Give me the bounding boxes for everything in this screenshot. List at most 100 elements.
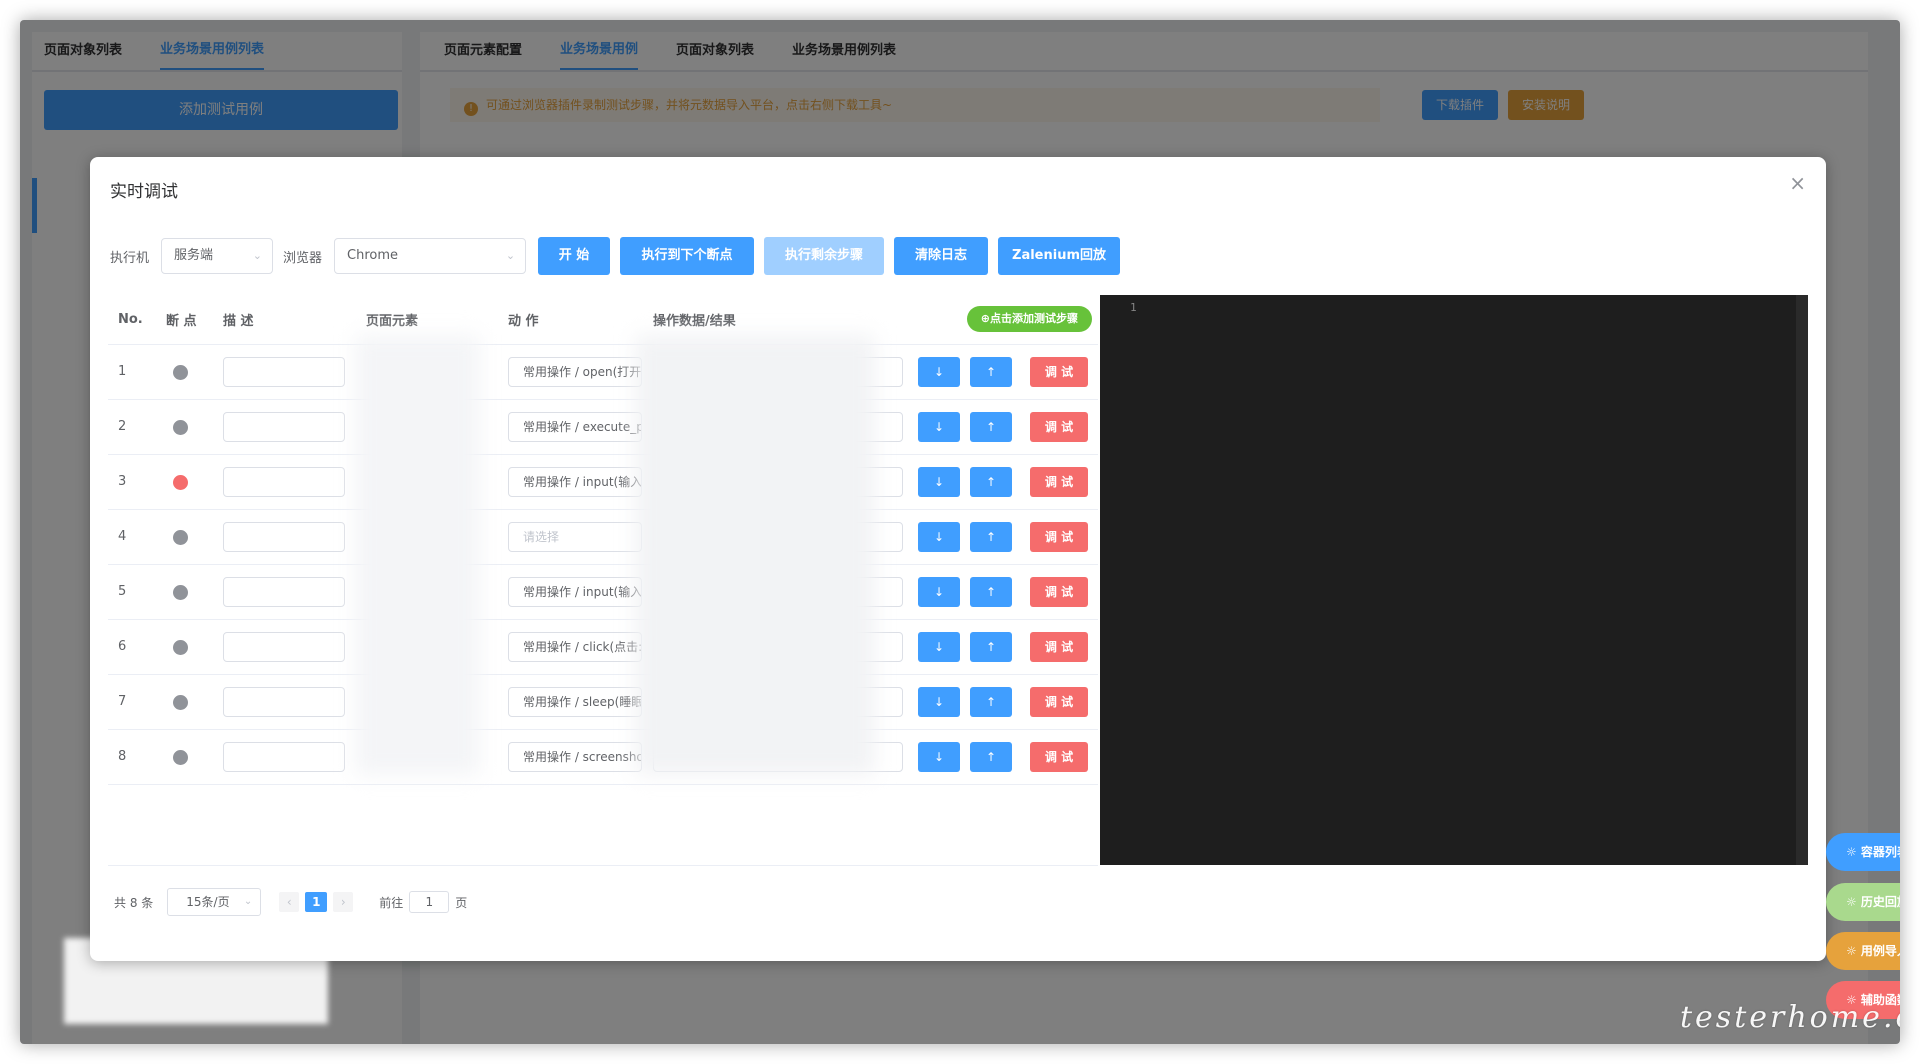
breakpoint-toggle[interactable]: [173, 640, 188, 655]
action-select[interactable]: 常用操作 / sleep(睡眠: [508, 687, 642, 717]
current-page[interactable]: 1: [305, 892, 328, 912]
realtime-debug-dialog: 实时调试 × 执行机 服务端 ⌄ 浏览器 Chrome ⌄ 开 始 执行到下个断…: [90, 157, 1826, 961]
step-desc-input[interactable]: [223, 687, 345, 717]
breakpoint-toggle[interactable]: [173, 750, 188, 765]
browser-select[interactable]: Chrome ⌄: [334, 238, 527, 274]
zalenium-replay-button[interactable]: Zalenium回放: [998, 237, 1121, 275]
table-header: No. 断 点 描 述 页面元素 动 作 操作数据/结果 ⊕点击添加测试步骤: [108, 294, 1098, 345]
next-page-icon[interactable]: ›: [333, 892, 354, 912]
move-up-button[interactable]: ↑: [970, 467, 1012, 497]
move-up-button[interactable]: ↑: [970, 742, 1012, 772]
executor-label: 执行机: [110, 250, 150, 266]
debug-step-button[interactable]: 调 试: [1030, 577, 1088, 607]
debug-step-button[interactable]: 调 试: [1030, 687, 1088, 717]
page-size-value: 15条/页: [186, 895, 230, 909]
browser-value: Chrome: [347, 248, 399, 263]
redacted-data-column: [635, 335, 875, 775]
move-down-button[interactable]: ↓: [918, 577, 960, 607]
col-data: 操作数据/结果: [653, 313, 736, 329]
table-row: 5 常用操作 / input(输入: ↓ ↑ 调 试: [108, 565, 1098, 620]
debug-step-button[interactable]: 调 试: [1030, 357, 1088, 387]
breakpoint-toggle[interactable]: [173, 530, 188, 545]
table-body: 1 常用操作 / open(打开l ↓ ↑ 调 试 2 常用操作 / execute_p ↓ ↑…: [108, 345, 1098, 785]
pagination: 共 8 条 15条/页 ⌄ ‹ 1 › 前往 1 页: [114, 888, 467, 916]
history-replay-button[interactable]: ☼ 历史回放: [1826, 883, 1900, 921]
chevron-down-icon: ⌄: [243, 896, 253, 907]
debug-step-button[interactable]: 调 试: [1030, 632, 1088, 662]
case-import-button[interactable]: ☼ 用例导入: [1826, 932, 1900, 970]
add-step-button[interactable]: ⊕点击添加测试步骤: [966, 306, 1092, 332]
breakpoint-toggle[interactable]: [173, 695, 188, 710]
goto-page-input[interactable]: 1: [409, 891, 450, 913]
action-select[interactable]: 常用操作 / click(点击:: [508, 632, 642, 662]
watermark: testerhome.com: [1680, 1000, 1900, 1035]
move-down-button[interactable]: ↓: [918, 467, 960, 497]
executor-select[interactable]: 服务端 ⌄: [161, 238, 274, 274]
breakpoint-toggle[interactable]: [173, 475, 188, 490]
move-down-button[interactable]: ↓: [918, 687, 960, 717]
clear-log-button[interactable]: 清除日志: [894, 237, 989, 275]
move-down-button[interactable]: ↓: [918, 412, 960, 442]
table-row: 8 常用操作 / screensho ↓ ↑ 调 试: [108, 730, 1098, 785]
move-down-button[interactable]: ↓: [918, 742, 960, 772]
step-number: 6: [118, 639, 127, 654]
step-number: 7: [118, 694, 127, 709]
move-up-button[interactable]: ↑: [970, 632, 1012, 662]
move-down-button[interactable]: ↓: [918, 522, 960, 552]
table-row: 4 请选择 ↓ ↑ 调 试: [108, 510, 1098, 565]
move-up-button[interactable]: ↑: [970, 687, 1012, 717]
log-editor[interactable]: 1: [1100, 295, 1808, 865]
debug-toolbar: 执行机 服务端 ⌄ 浏览器 Chrome ⌄ 开 始 执行到下个断点 执行剩余步…: [110, 237, 1121, 275]
col-element: 页面元素: [366, 313, 419, 329]
step-desc-input[interactable]: [223, 577, 345, 607]
run-to-breakpoint-button[interactable]: 执行到下个断点: [620, 237, 755, 275]
breakpoint-toggle[interactable]: [173, 365, 188, 380]
step-desc-input[interactable]: [223, 412, 345, 442]
table-row: 1 常用操作 / open(打开l ↓ ↑ 调 试: [108, 345, 1098, 400]
debug-step-button[interactable]: 调 试: [1030, 742, 1088, 772]
col-action: 动 作: [508, 313, 539, 329]
action-select[interactable]: 常用操作 / open(打开l: [508, 357, 642, 387]
app-frame: 页面对象列表 业务场景用例列表 添加测试用例 页面元素配置 业务场景用例 页面对…: [20, 20, 1900, 1044]
step-number: 8: [118, 749, 127, 764]
table-row: 6 常用操作 / click(点击: ↓ ↑ 调 试: [108, 620, 1098, 675]
move-up-button[interactable]: ↑: [970, 522, 1012, 552]
step-desc-input[interactable]: [223, 522, 345, 552]
step-number: 5: [118, 584, 127, 599]
move-down-button[interactable]: ↓: [918, 632, 960, 662]
action-select[interactable]: 常用操作 / screensho: [508, 742, 642, 772]
dialog-title: 实时调试: [110, 182, 178, 202]
move-down-button[interactable]: ↓: [918, 357, 960, 387]
action-select[interactable]: 常用操作 / input(输入:: [508, 577, 642, 607]
step-desc-input[interactable]: [223, 467, 345, 497]
action-select[interactable]: 常用操作 / execute_p: [508, 412, 642, 442]
run-remaining-button[interactable]: 执行剩余步骤: [764, 237, 885, 275]
action-select[interactable]: 请选择: [508, 522, 642, 552]
move-up-button[interactable]: ↑: [970, 577, 1012, 607]
page-suffix: 页: [455, 895, 468, 910]
table-divider: [108, 865, 1098, 866]
step-desc-input[interactable]: [223, 357, 345, 387]
step-desc-input[interactable]: [223, 742, 345, 772]
action-select[interactable]: 常用操作 / input(输入:: [508, 467, 642, 497]
page-size-select[interactable]: 15条/页 ⌄: [167, 888, 262, 916]
col-desc: 描 述: [223, 313, 254, 329]
step-number: 4: [118, 529, 127, 544]
breakpoint-toggle[interactable]: [173, 420, 188, 435]
container-list-button[interactable]: ☼ 容器列表: [1826, 833, 1900, 871]
goto-label: 前往: [379, 895, 404, 910]
debug-step-button[interactable]: 调 试: [1030, 412, 1088, 442]
move-up-button[interactable]: ↑: [970, 357, 1012, 387]
breakpoint-toggle[interactable]: [173, 585, 188, 600]
step-number: 3: [118, 474, 127, 489]
move-up-button[interactable]: ↑: [970, 412, 1012, 442]
executor-value: 服务端: [174, 248, 214, 263]
editor-scrollbar[interactable]: [1796, 295, 1808, 865]
prev-page-icon[interactable]: ‹: [279, 892, 300, 912]
table-row: 2 常用操作 / execute_p ↓ ↑ 调 试: [108, 400, 1098, 455]
close-icon[interactable]: ×: [1789, 171, 1806, 195]
start-button[interactable]: 开 始: [538, 237, 611, 275]
debug-step-button[interactable]: 调 试: [1030, 522, 1088, 552]
debug-step-button[interactable]: 调 试: [1030, 467, 1088, 497]
step-desc-input[interactable]: [223, 632, 345, 662]
